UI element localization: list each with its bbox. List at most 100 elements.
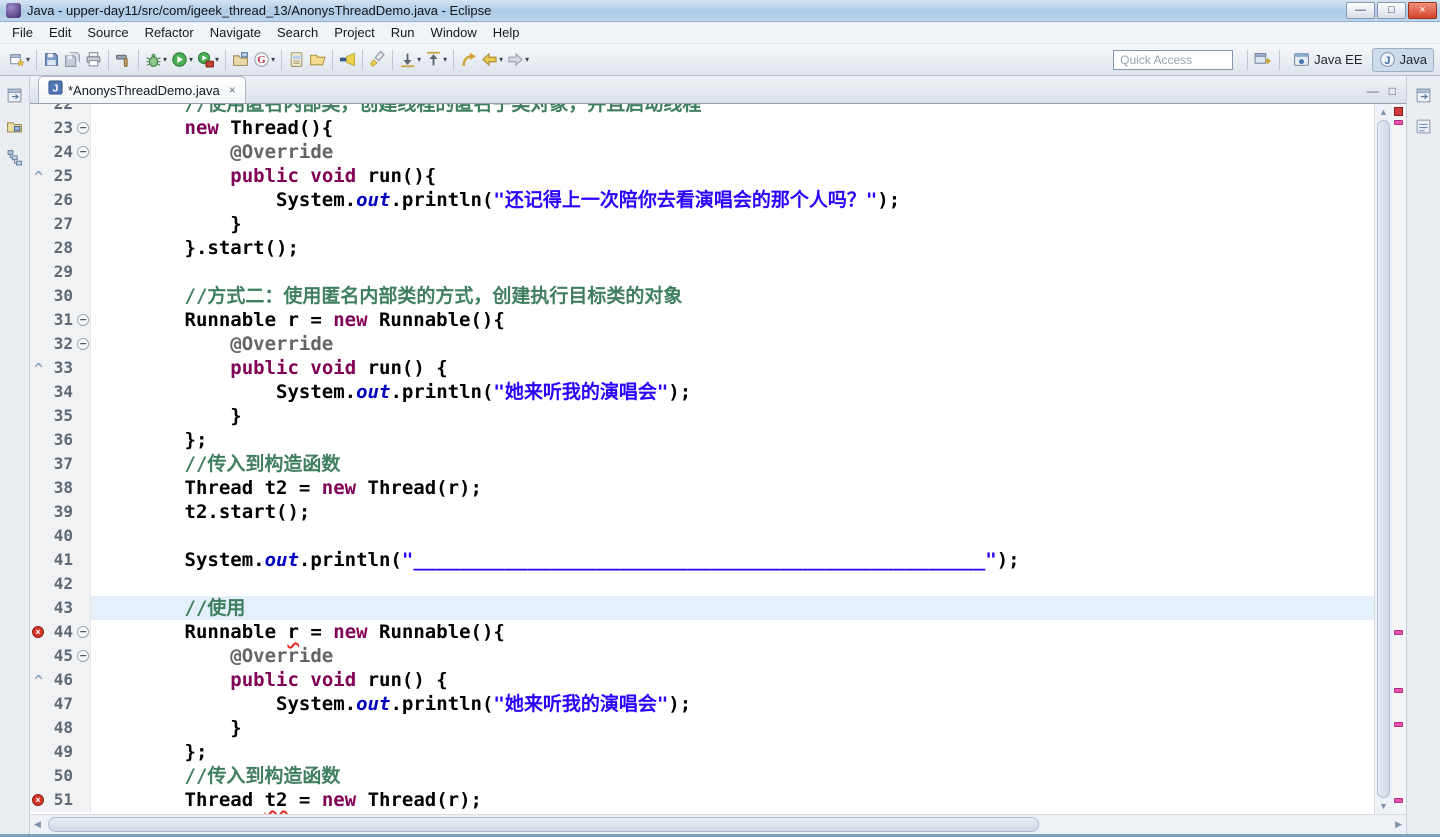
code-text[interactable]: System.out.println("她来听我的演唱会"); xyxy=(91,692,1374,716)
line-number[interactable]: 39 xyxy=(46,500,76,524)
next-annotation-icon[interactable]: ▾ xyxy=(397,47,423,73)
line-number[interactable]: 42 xyxy=(46,572,76,596)
line-number[interactable]: 48 xyxy=(46,716,76,740)
package-explorer-icon[interactable] xyxy=(4,115,26,137)
line-number[interactable]: 51 xyxy=(46,788,76,812)
maximize-view-icon[interactable]: □ xyxy=(1389,85,1396,97)
line-number[interactable]: 44 xyxy=(46,620,76,644)
line-number[interactable]: 45 xyxy=(46,644,76,668)
dropdown-caret-icon[interactable]: ▾ xyxy=(215,55,219,64)
dropdown-caret-icon[interactable]: ▾ xyxy=(271,55,275,64)
code-text[interactable] xyxy=(91,572,1374,596)
code-text[interactable]: t2.start(); xyxy=(91,500,1374,524)
scroll-right-icon[interactable]: ▶ xyxy=(1395,819,1402,830)
menu-source[interactable]: Source xyxy=(79,23,136,42)
open-perspective-button[interactable] xyxy=(1252,47,1273,73)
dropdown-caret-icon[interactable]: ▾ xyxy=(417,55,421,64)
code-text[interactable]: }; xyxy=(91,428,1374,452)
line-number[interactable]: 50 xyxy=(46,764,76,788)
vertical-scrollbar-thumb[interactable] xyxy=(1377,120,1390,798)
dropdown-caret-icon[interactable]: ▾ xyxy=(189,55,193,64)
line-number[interactable]: 32 xyxy=(46,332,76,356)
new-jar-icon[interactable] xyxy=(286,47,307,73)
dropdown-caret-icon[interactable]: ▾ xyxy=(443,55,447,64)
line-number[interactable]: 26 xyxy=(46,188,76,212)
line-number[interactable]: 46 xyxy=(46,668,76,692)
line-number[interactable]: 35 xyxy=(46,404,76,428)
last-edit-location-icon[interactable] xyxy=(458,47,479,73)
restore-views-icon[interactable] xyxy=(4,84,26,106)
tab-close-icon[interactable]: × xyxy=(229,83,236,97)
menu-file[interactable]: File xyxy=(4,23,41,42)
code-text[interactable]: public void run() { xyxy=(91,356,1374,380)
fold-collapse-icon[interactable]: − xyxy=(77,626,89,638)
code-text[interactable]: Thread t2 = new Thread(r); xyxy=(91,788,1374,812)
code-text[interactable]: //使用 xyxy=(91,596,1374,620)
code-text[interactable]: System.out.println("还记得上一次陪你去看演唱会的那个人吗？"… xyxy=(91,188,1374,212)
line-number[interactable]: 28 xyxy=(46,236,76,260)
generate-icon[interactable]: G ▾ xyxy=(251,47,277,73)
line-number[interactable]: 34 xyxy=(46,380,76,404)
overview-marker[interactable] xyxy=(1394,120,1403,125)
debug-icon[interactable]: ▾ xyxy=(143,47,169,73)
line-number[interactable]: 24 xyxy=(46,140,76,164)
overview-marker[interactable] xyxy=(1394,630,1403,635)
quick-access-input[interactable]: Quick Access xyxy=(1113,49,1234,70)
code-text[interactable]: } xyxy=(91,404,1374,428)
code-text[interactable]: public void run(){ xyxy=(91,164,1374,188)
overview-marker[interactable] xyxy=(1394,688,1403,693)
perspective-java-ee[interactable]: Java EE xyxy=(1286,48,1369,72)
code-text[interactable]: Thread t2 = new Thread(r); xyxy=(91,476,1374,500)
menu-window[interactable]: Window xyxy=(423,23,485,42)
code-text[interactable]: } xyxy=(91,212,1374,236)
horizontal-scrollbar-thumb[interactable] xyxy=(48,817,1039,832)
code-text[interactable] xyxy=(91,524,1374,548)
build-icon[interactable] xyxy=(113,47,134,73)
menu-edit[interactable]: Edit xyxy=(41,23,79,42)
code-text[interactable]: Runnable r = new Runnable(){ xyxy=(91,308,1374,332)
overview-ruler[interactable] xyxy=(1392,104,1406,814)
restore-views-icon[interactable] xyxy=(1413,84,1435,106)
code-text[interactable]: System.out.println("____________________… xyxy=(91,548,1374,572)
code-text[interactable]: } xyxy=(91,716,1374,740)
line-number[interactable]: 33 xyxy=(46,356,76,380)
scroll-up-icon[interactable]: ▲ xyxy=(1375,107,1392,117)
scroll-left-icon[interactable]: ◀ xyxy=(34,819,41,830)
mark-occurrences-icon[interactable] xyxy=(367,47,388,73)
print-icon[interactable] xyxy=(83,47,104,73)
code-text[interactable]: new Thread(){ xyxy=(91,116,1374,140)
scroll-down-icon[interactable]: ▼ xyxy=(1375,801,1392,811)
line-number[interactable]: 40 xyxy=(46,524,76,548)
line-number[interactable]: 37 xyxy=(46,452,76,476)
line-number[interactable]: 31 xyxy=(46,308,76,332)
previous-annotation-icon[interactable]: ▾ xyxy=(423,47,449,73)
dropdown-caret-icon[interactable]: ▾ xyxy=(26,55,30,64)
code-text[interactable]: //方式二：使用匿名内部类的方式，创建执行目标类的对象 xyxy=(91,284,1374,308)
dropdown-caret-icon[interactable]: ▾ xyxy=(525,55,529,64)
line-number[interactable]: 47 xyxy=(46,692,76,716)
line-number[interactable]: 29 xyxy=(46,260,76,284)
code-text[interactable]: @Override xyxy=(91,332,1374,356)
forward-icon[interactable]: ▾ xyxy=(505,47,531,73)
type-hierarchy-icon[interactable] xyxy=(4,146,26,168)
dropdown-caret-icon[interactable]: ▾ xyxy=(499,55,503,64)
line-number[interactable]: 43 xyxy=(46,596,76,620)
code-text[interactable]: //传入到构造函数 xyxy=(91,764,1374,788)
open-folder-icon[interactable] xyxy=(307,47,328,73)
menu-run[interactable]: Run xyxy=(383,23,423,42)
save-all-icon[interactable] xyxy=(62,47,83,73)
dropdown-caret-icon[interactable]: ▾ xyxy=(163,55,167,64)
code-text[interactable]: public void run() { xyxy=(91,668,1374,692)
code-text[interactable] xyxy=(91,260,1374,284)
code-text[interactable]: System.out.println("她来听我的演唱会"); xyxy=(91,380,1374,404)
code-text[interactable]: }.start(); xyxy=(91,236,1374,260)
fold-collapse-icon[interactable]: − xyxy=(77,146,89,158)
code-text[interactable]: }; xyxy=(91,740,1374,764)
fold-collapse-icon[interactable]: − xyxy=(77,650,89,662)
line-number[interactable]: 41 xyxy=(46,548,76,572)
code-text[interactable]: //使用匿名内部类，创建线程的匿名子类对象，并且启动线程 xyxy=(91,104,1374,116)
tab-anonysthreaddemo[interactable]: J *AnonysThreadDemo.java × xyxy=(38,76,246,103)
new-wizard-icon[interactable]: ▾ xyxy=(6,47,32,73)
menu-refactor[interactable]: Refactor xyxy=(137,23,202,42)
menu-search[interactable]: Search xyxy=(269,23,326,42)
